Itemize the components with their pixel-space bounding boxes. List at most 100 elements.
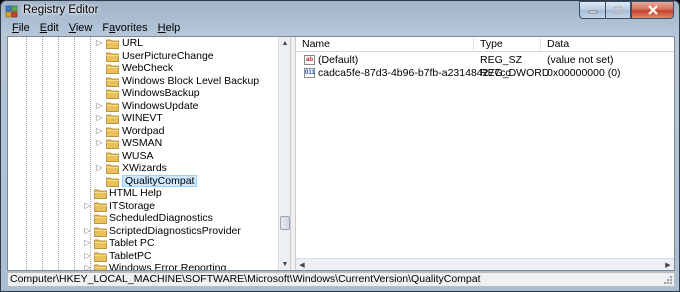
- tree-item-label: Tablet PC: [109, 237, 155, 249]
- tree-item[interactable]: ▷ Windows Error Reporting: [8, 262, 274, 270]
- menu-help[interactable]: Help: [153, 21, 186, 35]
- menu-edit[interactable]: Edit: [35, 21, 64, 35]
- list-horizontal-scrollbar[interactable]: ◀ ▶: [296, 258, 674, 270]
- tree-item-label: WebCheck: [122, 62, 174, 74]
- folder-icon: [106, 64, 119, 74]
- folder-icon: [106, 114, 119, 124]
- tree-item[interactable]: ▷ ScriptedDiagnosticsProvider: [8, 225, 274, 238]
- folder-icon: [94, 227, 107, 237]
- tree-item[interactable]: ▷ Wordpad: [8, 125, 274, 138]
- expand-arrow-icon[interactable]: ▷: [95, 126, 104, 136]
- tree-item[interactable]: ▷ URL: [8, 37, 274, 50]
- tree-item[interactable]: WUSA: [8, 150, 274, 163]
- tree-item[interactable]: ▷ XWizards: [8, 162, 274, 175]
- tree-vertical-scrollbar[interactable]: ▲ ▼: [278, 37, 290, 270]
- tree-item-label: Windows Error Reporting: [109, 262, 227, 270]
- tree-item-label: UserPictureChange: [122, 49, 214, 62]
- column-header-data[interactable]: Data: [541, 37, 674, 52]
- tree-item[interactable]: ▷ WINEVT: [8, 112, 274, 125]
- title-bar[interactable]: Registry Editor: [1, 1, 679, 21]
- tree-item[interactable]: ▷ TabletPC: [8, 250, 274, 263]
- expand-arrow-icon[interactable]: ▷: [83, 251, 92, 261]
- scroll-thumb[interactable]: [280, 216, 290, 230]
- tree-item-label: WSMAN: [122, 137, 163, 149]
- tree-item[interactable]: ▷ Tablet PC: [8, 237, 274, 250]
- tree-item-label: ScriptedDiagnosticsProvider: [109, 224, 241, 237]
- value-data: 0x00000000 (0): [547, 67, 621, 79]
- expand-arrow-icon: [95, 177, 104, 186]
- close-button[interactable]: [631, 1, 674, 19]
- folder-icon: [106, 102, 119, 112]
- list-row[interactable]: ab (Default) REG_SZ (value not set): [296, 54, 674, 67]
- folder-icon: [94, 252, 107, 262]
- expand-arrow-icon[interactable]: ▷: [95, 38, 104, 48]
- string-value-icon: ab: [304, 55, 315, 65]
- folder-icon: [106, 39, 119, 49]
- column-header-name[interactable]: Name: [296, 37, 474, 52]
- tree-item-label: URL: [122, 37, 144, 49]
- column-header-type[interactable]: Type: [474, 37, 541, 52]
- tree-item-label: Wordpad: [122, 124, 165, 137]
- resize-grip-icon[interactable]: [663, 275, 673, 285]
- folder-icon: [106, 89, 119, 99]
- folder-icon: [94, 239, 107, 249]
- tree-item[interactable]: ▷ WindowsUpdate: [8, 100, 274, 113]
- tree-item[interactable]: WebCheck: [8, 62, 274, 75]
- folder-icon: [94, 264, 107, 270]
- scroll-right-icon[interactable]: ▶: [662, 259, 674, 270]
- folder-icon: [106, 127, 119, 137]
- folder-icon: [106, 52, 119, 62]
- menu-favorites[interactable]: Favorites: [97, 21, 152, 35]
- tree-item-label: Windows Block Level Backup: [122, 74, 260, 87]
- expand-arrow-icon: [95, 77, 104, 86]
- tree-item[interactable]: UserPictureChange: [8, 50, 274, 63]
- expand-arrow-icon[interactable]: ▷: [83, 238, 92, 248]
- tree-item[interactable]: ▷ ITStorage: [8, 200, 274, 213]
- value-name: (Default): [318, 54, 359, 66]
- editor-client-area: ▷ URL UserPictureChange WebCheck Windows Blo…: [7, 36, 675, 271]
- dword-value-icon: 011: [304, 68, 315, 78]
- folder-icon: [106, 139, 119, 149]
- expand-arrow-icon: [95, 52, 104, 61]
- menu-file[interactable]: File: [7, 21, 35, 35]
- tree-item-label: HTML Help: [109, 187, 162, 199]
- minimize-button[interactable]: [579, 1, 605, 19]
- expand-arrow-icon: [83, 189, 92, 198]
- expand-arrow-icon[interactable]: ▷: [95, 101, 104, 111]
- menu-bar: File Edit View Favorites Help: [7, 21, 674, 35]
- window-title: Registry Editor: [23, 4, 99, 16]
- tree-item-label: ITStorage: [109, 199, 156, 212]
- caption-buttons: [579, 1, 674, 19]
- value-type: REG_DWORD: [480, 67, 550, 79]
- tree-item-label: QualityCompat: [122, 174, 198, 187]
- list-row[interactable]: 011 cadca5fe-87d3-4b96-b7fb-a231484277cc…: [296, 67, 674, 80]
- expand-arrow-icon: [83, 214, 92, 223]
- tree-item[interactable]: Windows Block Level Backup: [8, 75, 274, 88]
- expand-arrow-icon[interactable]: ▷: [95, 163, 104, 173]
- folder-icon: [106, 177, 119, 187]
- tree-item-label: XWizards: [122, 162, 167, 174]
- tree-item[interactable]: ScheduledDiagnostics: [8, 212, 274, 225]
- scroll-left-icon[interactable]: ◀: [296, 259, 308, 270]
- expand-arrow-icon[interactable]: ▷: [83, 226, 92, 236]
- expand-arrow-icon[interactable]: ▷: [95, 138, 104, 148]
- expand-arrow-icon[interactable]: ▷: [83, 201, 92, 211]
- tree-item-label: TabletPC: [109, 249, 152, 262]
- close-icon: [647, 5, 658, 15]
- folder-icon: [106, 164, 119, 174]
- tree-item[interactable]: ▷ WSMAN: [8, 137, 274, 150]
- registry-tree[interactable]: ▷ URL UserPictureChange WebCheck Windows Blo…: [8, 37, 288, 270]
- status-bar: Computer\HKEY_LOCAL_MACHINE\SOFTWARE\Mic…: [7, 272, 675, 287]
- expand-arrow-icon[interactable]: ▷: [83, 263, 92, 270]
- value-type: REG_SZ: [480, 54, 523, 66]
- tree-item[interactable]: HTML Help: [8, 187, 274, 200]
- tree-item-label: WindowsBackup: [122, 87, 200, 99]
- tree-item-label: WindowsUpdate: [122, 99, 199, 112]
- tree-item[interactable]: WindowsBackup: [8, 87, 274, 100]
- maximize-button[interactable]: [605, 1, 631, 19]
- menu-view[interactable]: View: [64, 21, 98, 35]
- maximize-icon: [613, 5, 623, 15]
- values-list[interactable]: Name Type Data ab (Default) REG_SZ (valu…: [296, 37, 674, 270]
- tree-item[interactable]: QualityCompat: [8, 174, 274, 187]
- expand-arrow-icon[interactable]: ▷: [95, 113, 104, 123]
